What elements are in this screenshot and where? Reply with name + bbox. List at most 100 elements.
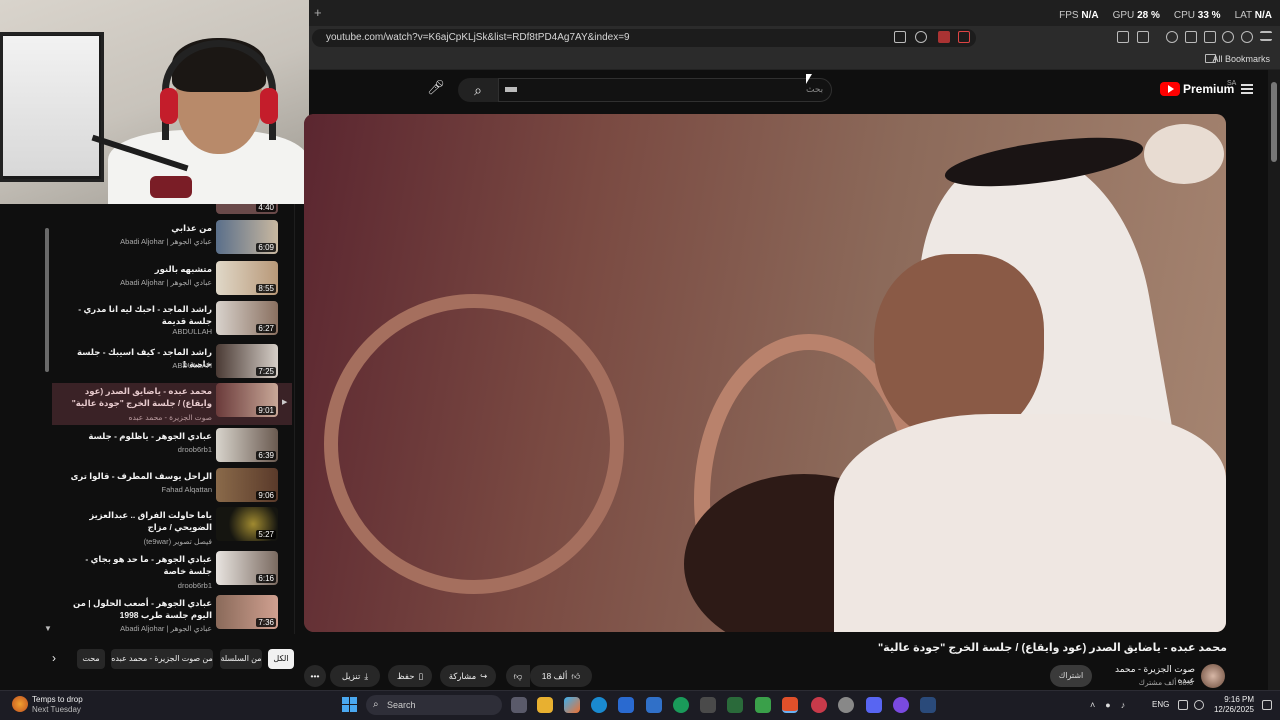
playlist-item[interactable]: 7:25 راشد الماجد - كيف اسيبك - جلسة خاصة… (52, 344, 292, 386)
playlist-item-title: الراحل يوسف المطرف - قالوا ترى (70, 471, 212, 481)
url-text[interactable]: youtube.com/watch?v=K6ajCpKLjSk&list=RDf… (326, 32, 630, 43)
windows-start-icon[interactable] (342, 697, 357, 712)
video-player[interactable] (304, 114, 1226, 632)
network-icon[interactable] (1178, 700, 1188, 710)
like-button[interactable]: 18 ألف 👍︎ (530, 665, 592, 687)
tray-mic-icon[interactable]: ♪ (1121, 700, 1126, 710)
playlist-item[interactable]: 7:36 عبادي الجوهر - أصعب الحلول | من الي… (52, 595, 292, 637)
microphone-icon[interactable]: 🎤︎ (424, 79, 448, 101)
extension-shield-icon[interactable] (938, 31, 950, 43)
page-scrollbar[interactable] (1268, 70, 1280, 690)
weather-headline[interactable]: Temps to drop (32, 695, 83, 704)
hamburger-menu-icon[interactable] (1241, 84, 1253, 94)
terminal-icon[interactable] (700, 697, 716, 713)
playlist-item-channel: Fahad Alqattan (161, 485, 212, 494)
weather-subline[interactable]: Next Tuesday (32, 705, 81, 714)
chip-all[interactable]: الكل (268, 649, 294, 669)
settings-gear-icon[interactable] (838, 697, 854, 713)
brave-browser-icon[interactable] (782, 697, 798, 713)
video-thumbnail: 6:39 (216, 428, 278, 462)
music-note-icon[interactable] (1166, 31, 1178, 43)
chip-related[interactable]: محت (77, 649, 105, 669)
all-bookmarks-button[interactable]: All Bookmarks (1212, 54, 1270, 64)
fps-stat: FPS N/A (1059, 10, 1099, 21)
dislike-button[interactable]: 👎︎ (506, 665, 530, 687)
share-button[interactable]: مشاركة ↪ (440, 665, 496, 687)
webcam-monitor-screen (3, 36, 99, 176)
extension-triangle-icon[interactable] (958, 31, 970, 43)
search-button[interactable]: ⌕ (458, 78, 498, 102)
search-input[interactable] (498, 78, 832, 102)
language-indicator[interactable]: ENG (1152, 700, 1169, 709)
screenshot-icon[interactable] (1137, 31, 1149, 43)
playlist-item-title: متشبهه بالنور (154, 264, 212, 274)
clock-time[interactable]: 9:16 PM (1212, 695, 1254, 704)
wallet-icon[interactable] (1204, 31, 1216, 43)
playlist-item-title: عبادي الجوهر - ياظلوم - جلسة (88, 431, 212, 441)
playlist-item[interactable]: 8:55 متشبهه بالنور Abadi Aljohar | عبادي… (52, 261, 292, 303)
edge-icon[interactable] (591, 697, 607, 713)
file-explorer-icon[interactable] (537, 697, 553, 713)
chip-series[interactable]: من السلسلة (220, 649, 262, 669)
playlist-item[interactable]: 5:27 ياما حاولت الفراق .. عبدالعزيز الضو… (52, 507, 292, 549)
playlist-item-channel: Abadi Aljohar | عبادي الجوهر (120, 278, 212, 287)
chips-next-arrow[interactable]: › (52, 651, 56, 665)
subscribe-button[interactable]: اشتراك (1050, 665, 1092, 687)
notification-icon[interactable] (1262, 700, 1272, 710)
playlist-item-channel: Abadi Aljohar | عبادي الجوهر (120, 237, 212, 246)
download-button[interactable]: تنزيل ⤓ (330, 665, 380, 687)
system-tray[interactable]: ˄ ● ♪ (1090, 700, 1125, 710)
playlist-item[interactable]: 6:27 راشد الماجد - احبك ليه انا مدري - ج… (52, 301, 292, 343)
vpn-shield-icon[interactable] (1241, 31, 1253, 43)
playlist-item[interactable]: 6:39 عبادي الجوهر - ياظلوم - جلسة droob6… (52, 428, 292, 470)
video-thumbnail: 9:06 (216, 468, 278, 502)
discord-icon[interactable] (866, 697, 882, 713)
search-caret (505, 87, 517, 92)
copilot-icon[interactable] (564, 697, 580, 713)
channel-avatar[interactable] (1201, 664, 1225, 688)
mail-icon[interactable] (646, 697, 662, 713)
playlist-item[interactable]: 9:06 الراحل يوسف المطرف - قالوا ترى Faha… (52, 468, 292, 510)
volume-icon[interactable] (1194, 700, 1204, 710)
tray-chevron-icon[interactable]: ˄ (1090, 700, 1095, 710)
playlist-item[interactable]: 6:16 عبادي الجوهر - ما حد هو بجاي - جلسة… (52, 551, 292, 593)
duration-badge: 9:01 (256, 406, 276, 415)
playlist-item-channel: droob6rb1 (177, 445, 212, 454)
bookmark-icon: ▯ (418, 670, 424, 681)
ai-sparkle-icon[interactable] (1222, 31, 1234, 43)
app-icon-monitor[interactable] (727, 697, 743, 713)
youtube-logo[interactable]: Premium (1160, 82, 1234, 96)
app-icon-red[interactable] (811, 697, 827, 713)
cast-icon[interactable] (894, 31, 906, 43)
more-actions-button[interactable]: ••• (304, 665, 326, 687)
duration-badge: 6:16 (256, 574, 276, 583)
duration-badge: 7:36 (256, 618, 276, 627)
chip-channel[interactable]: من صوت الجزيرة - محمد عبده (111, 649, 213, 669)
steam-icon[interactable] (920, 697, 936, 713)
sidebar-icon[interactable] (1185, 31, 1197, 43)
video-thumbnail: 7:25 (216, 344, 278, 378)
share-page-icon[interactable] (915, 31, 927, 43)
clock-date[interactable]: 12/26/2025 (1212, 705, 1254, 714)
store-icon[interactable] (618, 697, 634, 713)
save-button[interactable]: حفظ ▯ (388, 665, 432, 687)
tray-app-icon[interactable]: ● (1105, 700, 1110, 710)
playlist-item[interactable]: 6:09 من عذابي Abadi Aljohar | عبادي الجو… (52, 220, 292, 262)
lat-stat: LAT N/A (1234, 10, 1272, 21)
task-view-icon[interactable] (511, 697, 527, 713)
new-tab-button[interactable]: + (314, 5, 322, 20)
playlist-scrollbar[interactable] (45, 228, 49, 372)
weather-icon[interactable] (12, 696, 28, 712)
app-icon-green[interactable] (673, 697, 689, 713)
duration-badge: 9:06 (256, 491, 276, 500)
country-code: SA (1227, 80, 1237, 87)
playlist-item-current[interactable]: ▶ 9:01 محمد عبده - ياضايق الصدر (عود واي… (52, 383, 292, 425)
playlist-item-channel: droob6rb1 (177, 581, 212, 590)
page-scrollbar-thumb[interactable] (1271, 82, 1277, 162)
scroll-down-icon[interactable]: ▼ (44, 624, 52, 633)
app-icon-purple[interactable] (893, 697, 909, 713)
app-icon-arrow[interactable] (755, 697, 771, 713)
duration-badge: 5:27 (256, 530, 276, 539)
browser-menu-icon[interactable] (1260, 31, 1272, 41)
extensions-puzzle-icon[interactable] (1117, 31, 1129, 43)
